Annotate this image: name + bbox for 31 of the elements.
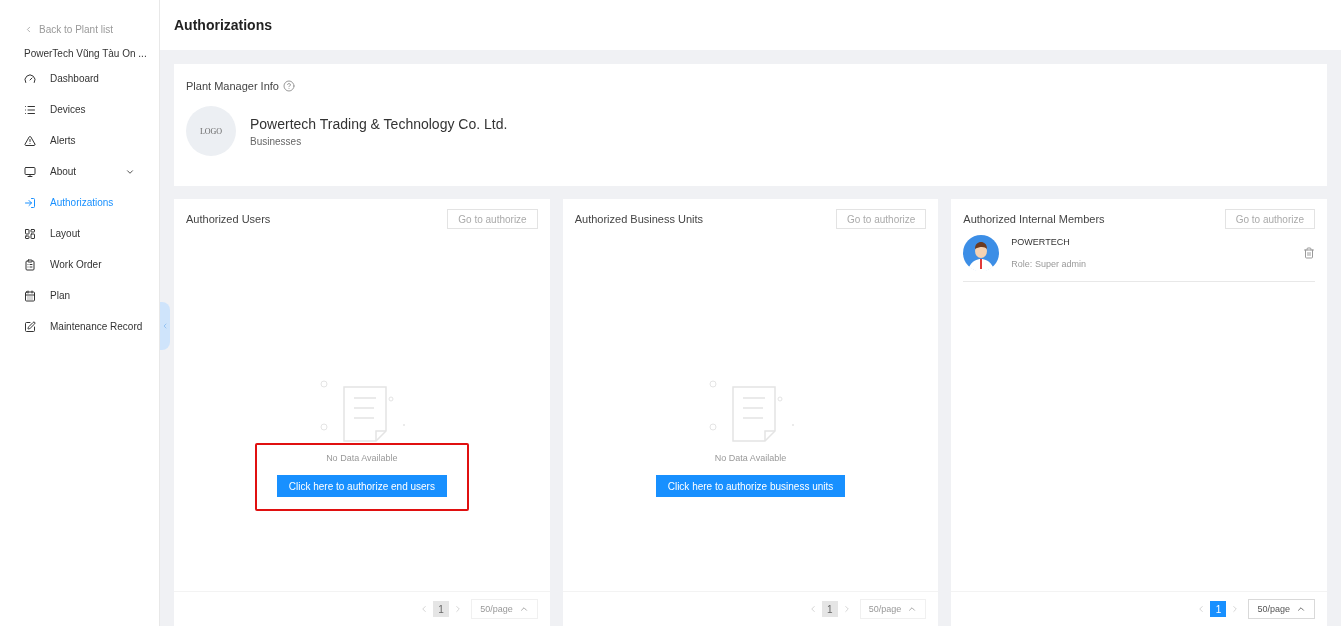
- panel-title: Authorized Internal Members: [963, 213, 1105, 225]
- card-title: Plant Manager Info: [186, 80, 279, 92]
- empty-text: No Data Available: [714, 453, 787, 463]
- nav-item[interactable]: Layout: [0, 218, 159, 249]
- page-title: Authorizations: [160, 0, 1341, 50]
- nav-item[interactable]: Devices: [0, 94, 159, 125]
- panel-title: Authorized Business Units: [574, 213, 704, 225]
- company-logo: LOGO: [186, 106, 236, 156]
- member-role: Role: Super admin: [1011, 259, 1087, 269]
- page-size-select[interactable]: 50/page: [471, 599, 538, 619]
- company-type: Businesses: [250, 135, 303, 147]
- nav-item[interactable]: Maintenance Record: [0, 311, 159, 342]
- nav-item[interactable]: Work Order: [0, 249, 159, 280]
- nav-item[interactable]: Dashboard: [0, 63, 159, 94]
- authorize-cta-button[interactable]: Click here to authorize end users: [276, 475, 447, 497]
- page-size-select[interactable]: 50/page: [1248, 599, 1315, 619]
- page-size-select[interactable]: 50/page: [859, 599, 927, 619]
- page-number[interactable]: 1: [821, 601, 838, 617]
- page-number[interactable]: 1: [433, 601, 450, 617]
- nav-item[interactable]: Plan: [0, 280, 159, 311]
- nav-item[interactable]: Authorizations: [0, 187, 159, 218]
- panel-title: Authorized Users: [186, 213, 271, 225]
- member-name: POWERTECH: [1011, 237, 1071, 247]
- nav-item[interactable]: About: [0, 156, 159, 187]
- back-link[interactable]: Back to Plant list: [0, 22, 159, 36]
- company-name: Powertech Trading & Technology Co. Ltd.: [250, 115, 508, 132]
- nav-item[interactable]: Alerts: [0, 125, 159, 156]
- empty-text: No Data Available: [326, 453, 398, 463]
- plant-name: PowerTech Vũng Tàu On ...: [23, 48, 148, 59]
- authorize-cta-button[interactable]: Click here to authorize business units: [655, 475, 846, 497]
- page-number[interactable]: 1: [1210, 601, 1227, 617]
